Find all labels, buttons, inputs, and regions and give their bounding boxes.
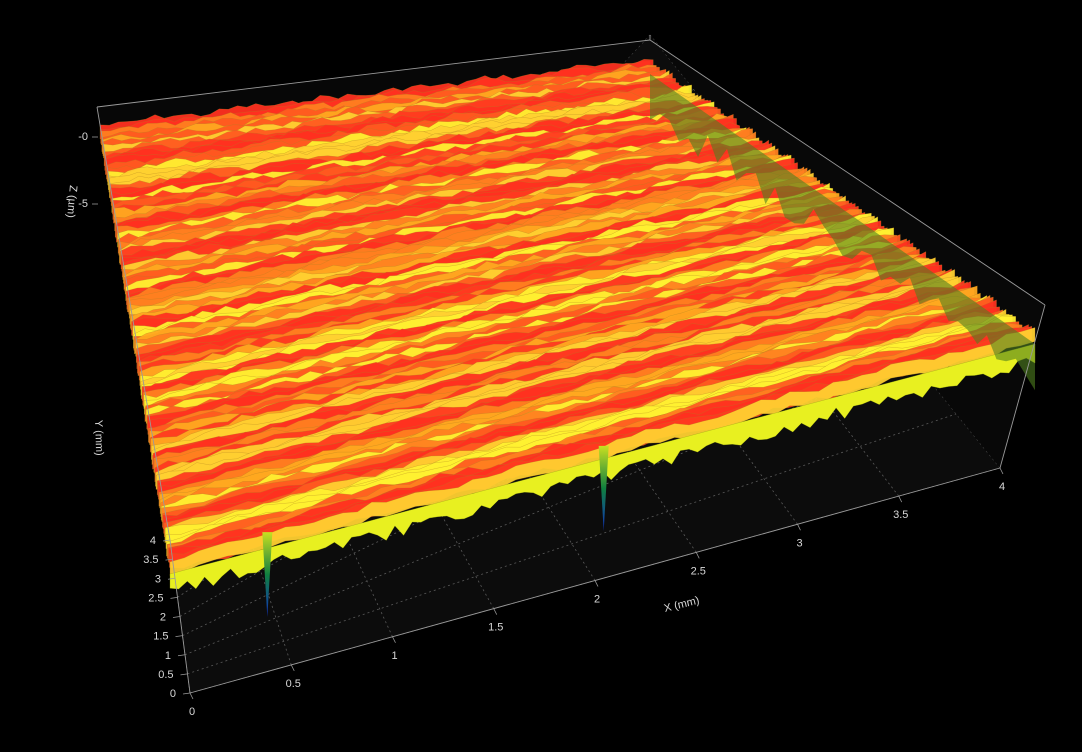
x-tick-mark [999,467,1004,475]
x-tick-mark [189,692,194,700]
x-tick-label: 2 [594,594,600,606]
y-tick-mark [177,654,186,657]
x-tick-mark [695,552,700,559]
y-tick-label: 3.5 [143,554,158,566]
y-tick-label: 1 [165,650,171,662]
z-axis-title: Z (µm) [64,185,79,219]
x-tick-label: 1.5 [488,622,503,634]
x-tick-mark [898,495,903,503]
y-tick-mark [175,635,183,638]
x-tick-label: 0 [189,706,195,718]
surface-plot: X (mm) Y (mm) Z (µm) 0 0.5 1 1.5 2 2.5 3 3.5 4 0 0… [0,0,1082,747]
y-axis-title: Y (mm) [92,420,105,456]
x-tick-label: 0.5 [286,678,301,690]
x-tick-mark [797,524,801,531]
x-tick-mark [290,664,295,672]
surface-plot-canvas: X (mm) Y (mm) Z (µm) 0 0.5 1 1.5 2 2.5 3 3.5 4 0 0… [64,34,1046,718]
x-tick-label: 4 [999,481,1005,493]
y-tick-mark [180,673,188,676]
y-tick-mark [172,616,181,618]
y-tick-label: 2.5 [148,592,163,604]
y-tick-label: 1.5 [153,631,168,643]
y-tick-mark [182,692,191,695]
x-tick-mark [493,608,498,615]
z-tick-label: -5 [78,198,88,210]
y-tick-label: 3 [155,573,161,585]
y-tick-mark [170,596,178,599]
y-tick-label: 0 [170,688,176,700]
z-tick-label: -0 [78,131,88,143]
y-tick-label: 0.5 [158,669,173,681]
x-tick-label: 3 [796,537,802,549]
x-tick-label: 3.5 [893,509,908,521]
y-tick-label: 4 [150,535,156,547]
x-tick-label: 2.5 [691,565,706,577]
x-tick-label: 1 [391,650,397,662]
y-tick-label: 2 [160,612,166,624]
x-axis-title: X (mm) [663,595,701,615]
x-tick-mark [392,636,396,643]
x-tick-mark [594,580,599,587]
